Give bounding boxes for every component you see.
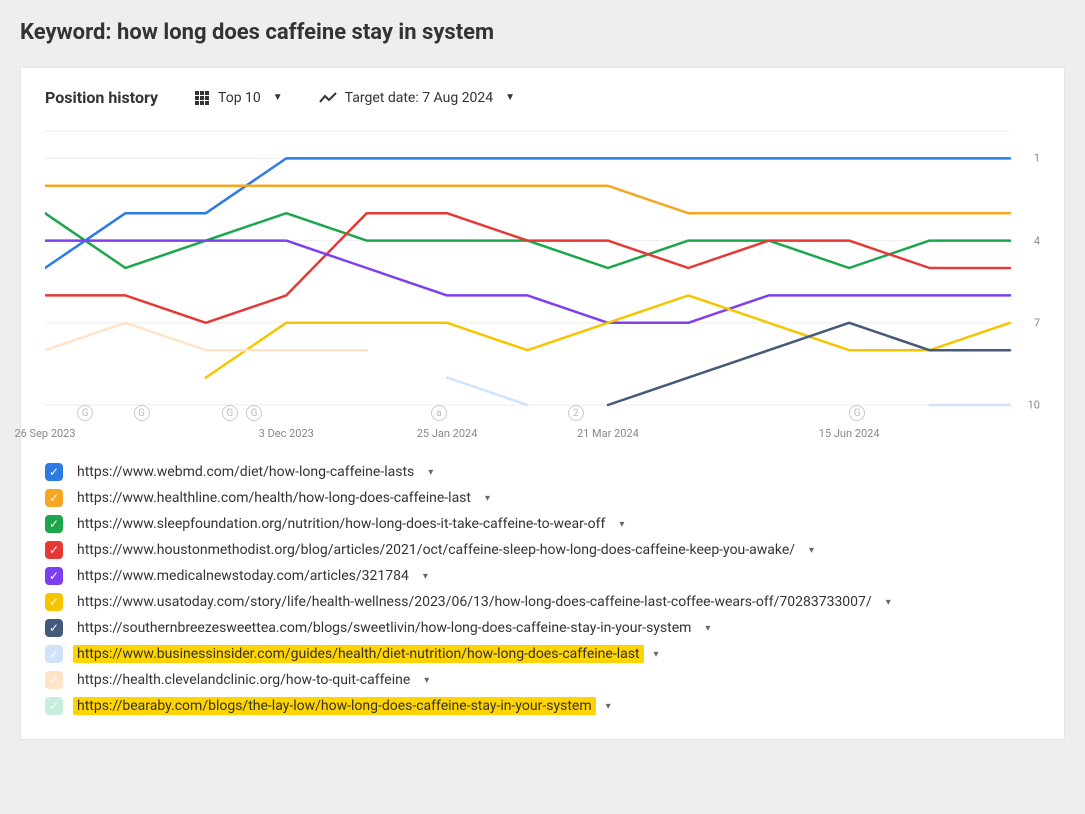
legend-url: https://bearaby.com/blogs/the-lay-low/ho…: [73, 697, 596, 715]
x-axis-labels: 26 Sep 20233 Dec 202325 Jan 202421 Mar 2…: [45, 427, 1010, 445]
legend-checkbox[interactable]: ✓: [45, 645, 63, 663]
chevron-down-icon[interactable]: ▾: [809, 545, 814, 556]
x-tick-label: 21 Mar 2024: [577, 427, 639, 440]
chevron-down-icon: ▼: [505, 92, 515, 103]
legend-url: https://www.webmd.com/diet/how-long-caff…: [73, 463, 418, 481]
chevron-down-icon[interactable]: ▾: [705, 623, 710, 634]
legend-url: https://www.businessinsider.com/guides/h…: [73, 645, 644, 663]
event-marker[interactable]: G: [849, 405, 865, 421]
event-marker[interactable]: G: [246, 405, 262, 421]
legend: ✓ https://www.webmd.com/diet/how-long-caf…: [45, 463, 1040, 715]
top-n-dropdown[interactable]: Top 10 ▼: [194, 90, 283, 106]
chevron-down-icon[interactable]: ▾: [606, 701, 611, 712]
legend-checkbox[interactable]: ✓: [45, 463, 63, 481]
y-tick-label: 4: [1034, 234, 1040, 247]
x-tick-label: 3 Dec 2023: [259, 427, 314, 440]
legend-url: https://health.clevelandclinic.org/how-t…: [73, 671, 414, 689]
legend-checkbox[interactable]: ✓: [45, 671, 63, 689]
legend-url: https://www.sleepfoundation.org/nutritio…: [73, 515, 609, 533]
target-date-dropdown[interactable]: Target date: 7 Aug 2024 ▼: [319, 90, 515, 106]
legend-item-webmd[interactable]: ✓ https://www.webmd.com/diet/how-long-caf…: [45, 463, 1040, 481]
chevron-down-icon[interactable]: ▾: [424, 675, 429, 686]
chevron-down-icon[interactable]: ▾: [654, 649, 659, 660]
legend-checkbox[interactable]: ✓: [45, 593, 63, 611]
chevron-down-icon[interactable]: ▾: [619, 519, 624, 530]
page-title: Keyword: how long does caffeine stay in …: [20, 20, 1065, 45]
position-history-chart: 14710 GGGGa2G 26 Sep 20233 Dec 202325 Ja…: [45, 125, 1040, 445]
legend-item-usatoday[interactable]: ✓ https://www.usatoday.com/story/life/hea…: [45, 593, 1040, 611]
legend-item-bearaby[interactable]: ✓ https://bearaby.com/blogs/the-lay-low/h…: [45, 697, 1040, 715]
event-marker[interactable]: G: [222, 405, 238, 421]
event-marker[interactable]: G: [134, 405, 150, 421]
y-axis-labels: 1 4 7 10: [1014, 125, 1040, 445]
legend-checkbox[interactable]: ✓: [45, 619, 63, 637]
legend-url: https://www.usatoday.com/story/life/heal…: [73, 593, 876, 611]
trend-icon: [319, 92, 337, 104]
chevron-down-icon[interactable]: ▾: [485, 493, 490, 504]
legend-item-healthline[interactable]: ✓ https://www.healthline.com/health/how-l…: [45, 489, 1040, 507]
top-n-label: Top 10: [218, 90, 261, 106]
legend-url: https://www.medicalnewstoday.com/article…: [73, 567, 413, 585]
legend-url: https://southernbreezesweettea.com/blogs…: [73, 619, 695, 637]
x-tick-label: 26 Sep 2023: [14, 427, 75, 440]
legend-checkbox[interactable]: ✓: [45, 697, 63, 715]
toolbar: Position history Top 10 ▼ Target date: 7…: [45, 88, 1040, 107]
legend-item-southernbreeze[interactable]: ✓ https://southernbreezesweettea.com/blog…: [45, 619, 1040, 637]
legend-item-clevelandclinic[interactable]: ✓ https://health.clevelandclinic.org/how-…: [45, 671, 1040, 689]
y-tick-label: 1: [1034, 152, 1040, 165]
x-tick-label: 25 Jan 2024: [417, 427, 478, 440]
event-marker[interactable]: a: [431, 405, 447, 421]
x-tick-label: 15 Jun 2024: [819, 427, 880, 440]
chevron-down-icon[interactable]: ▾: [886, 597, 891, 608]
legend-url: https://www.healthline.com/health/how-lo…: [73, 489, 475, 507]
legend-checkbox[interactable]: ✓: [45, 515, 63, 533]
legend-item-medicalnewstoday[interactable]: ✓ https://www.medicalnewstoday.com/articl…: [45, 567, 1040, 585]
legend-checkbox[interactable]: ✓: [45, 567, 63, 585]
event-marker[interactable]: G: [77, 405, 93, 421]
y-tick-label: 7: [1034, 316, 1040, 329]
chevron-down-icon[interactable]: ▾: [423, 571, 428, 582]
legend-checkbox[interactable]: ✓: [45, 489, 63, 507]
grid-icon: [194, 90, 210, 106]
line-chart-svg: [45, 125, 1040, 445]
chevron-down-icon: ▼: [273, 92, 283, 103]
legend-url: https://www.houstonmethodist.org/blog/ar…: [73, 541, 799, 559]
legend-item-sleepfoundation[interactable]: ✓ https://www.sleepfoundation.org/nutriti…: [45, 515, 1040, 533]
event-markers: GGGGa2G: [45, 405, 1010, 425]
legend-item-houstonmethodist[interactable]: ✓ https://www.houstonmethodist.org/blog/a…: [45, 541, 1040, 559]
event-marker[interactable]: 2: [568, 405, 584, 421]
target-date-label: Target date: 7 Aug 2024: [345, 90, 493, 106]
section-label: Position history: [45, 88, 158, 107]
legend-checkbox[interactable]: ✓: [45, 541, 63, 559]
position-history-card: Position history Top 10 ▼ Target date: 7…: [20, 67, 1065, 740]
chevron-down-icon[interactable]: ▾: [428, 467, 433, 478]
y-tick-label: 10: [1028, 399, 1040, 412]
legend-item-businessinsider[interactable]: ✓ https://www.businessinsider.com/guides/…: [45, 645, 1040, 663]
